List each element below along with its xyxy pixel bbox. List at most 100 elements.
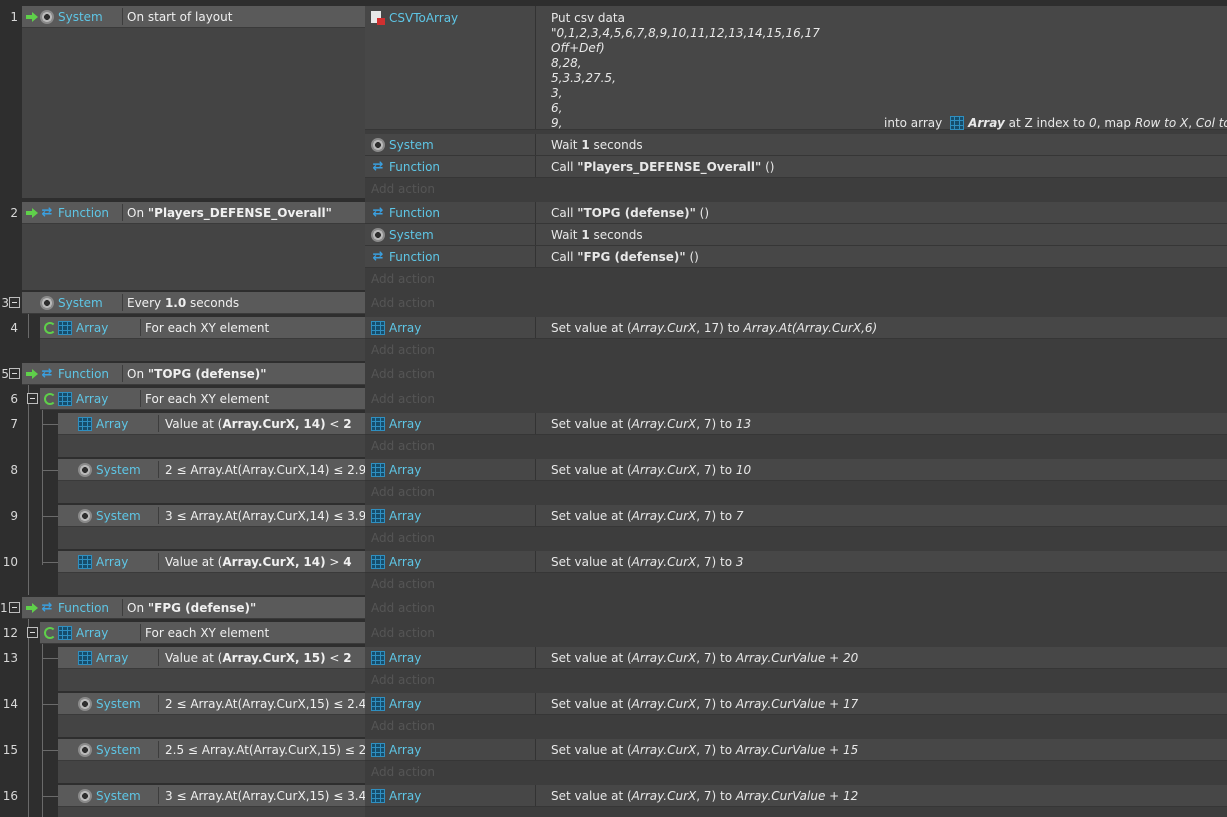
- system-gear-icon: [40, 296, 54, 310]
- event-1-block: [22, 6, 365, 198]
- into-col: Col to Y: [1195, 116, 1227, 130]
- event-9-condition[interactable]: System 3 ≤ Array.At(Array.CurX,14) ≤ 3.9: [58, 505, 366, 527]
- divider: [158, 695, 159, 712]
- action-object: System: [389, 228, 434, 242]
- event-6-condition[interactable]: Array For each XY element: [40, 388, 365, 410]
- divider: [122, 599, 123, 616]
- add-action-link[interactable]: Add action: [371, 292, 435, 314]
- system-gear-icon: [78, 743, 92, 757]
- action-object: Array: [389, 417, 422, 431]
- action-mid: , 7) to: [696, 651, 733, 665]
- trigger-arrow-icon: [26, 368, 38, 380]
- action-set-value[interactable]: Array Set value at (Array.CurX, 7) to Ar…: [365, 739, 1227, 761]
- add-action-link[interactable]: Add action: [371, 481, 435, 503]
- add-action-link[interactable]: Add action: [371, 388, 435, 410]
- array-grid-icon: [371, 417, 385, 431]
- event-number: 10: [2, 555, 18, 569]
- collapse-toggle[interactable]: [27, 627, 38, 638]
- add-action-link[interactable]: Add action: [371, 622, 435, 644]
- action-object: Array: [389, 321, 422, 335]
- divider: [122, 8, 123, 25]
- call-post: (): [765, 160, 775, 174]
- event-13-condition[interactable]: Array Value at (Array.CurX, 15) < 2: [58, 647, 365, 669]
- csv-line: "0,1,2,3,4,5,6,7,8,9,10,11,12,13,14,15,1…: [551, 26, 820, 40]
- add-action-link[interactable]: Add action: [371, 669, 435, 691]
- add-action-link[interactable]: Add action: [371, 435, 435, 457]
- csv-line: Off+Def): [551, 41, 605, 55]
- action-set-value[interactable]: Array Set value at (Array.CurX, 7) to 13: [365, 413, 1227, 435]
- condition-object: Array: [96, 417, 129, 431]
- array-grid-icon: [371, 697, 385, 711]
- event-number: 8: [10, 463, 18, 477]
- event-14-condition[interactable]: System 2 ≤ Array.At(Array.CurX,15) ≤ 2.4: [58, 693, 366, 715]
- event-11-condition[interactable]: ⇄ Function On "FPG (defense)": [22, 597, 365, 619]
- array-grid-icon: [58, 626, 72, 640]
- event-4-condition[interactable]: Array For each XY element: [40, 317, 365, 339]
- event-number: 3: [1, 296, 9, 310]
- cond-expr: Array.CurX: [222, 555, 295, 569]
- add-action-link[interactable]: Add action: [371, 573, 435, 595]
- add-action-link[interactable]: Add action: [371, 178, 435, 200]
- event-1-condition[interactable]: System On start of layout: [22, 6, 365, 28]
- action-expr: Array.CurX: [631, 789, 697, 803]
- event-number: 7: [10, 417, 18, 431]
- action-call[interactable]: ⇄ Function Call "TOPG (defense)" (): [365, 202, 1227, 224]
- action-wait[interactable]: System Wait 1 seconds: [365, 224, 1227, 246]
- divider: [535, 693, 536, 714]
- event-12-condition[interactable]: Array For each XY element: [40, 622, 365, 644]
- loop-icon: [44, 322, 56, 334]
- action-set-value[interactable]: Array Set value at (Array.CurX, 17) to A…: [365, 317, 1227, 339]
- add-action-link[interactable]: Add action: [371, 527, 435, 549]
- array-grid-icon: [58, 321, 72, 335]
- condition-object: Function: [58, 367, 110, 381]
- tree-line: [42, 516, 58, 517]
- add-action-link[interactable]: Add action: [371, 339, 435, 361]
- action-expr: Array.CurX: [631, 555, 697, 569]
- event-3-condition[interactable]: System Every 1.0 seconds: [22, 292, 365, 314]
- event-5-condition[interactable]: ⇄ Function On "TOPG (defense)": [22, 363, 365, 385]
- action-expr: Array.CurX: [631, 743, 697, 757]
- event-8-condition[interactable]: System 2 ≤ Array.At(Array.CurX,14) ≤ 2.9: [58, 459, 366, 481]
- divider: [535, 202, 536, 223]
- divider: [122, 294, 123, 311]
- condition-object: Array: [96, 651, 129, 665]
- call-post: (): [689, 250, 699, 264]
- collapse-toggle[interactable]: [9, 368, 20, 379]
- csv-icon: [371, 11, 385, 25]
- action-set-value[interactable]: Array Set value at (Array.CurX, 7) to Ar…: [365, 693, 1227, 715]
- divider: [158, 415, 159, 432]
- action-call[interactable]: ⇄ Function Call "Players_DEFENSE_Overall"…: [365, 156, 1227, 178]
- action-object: Function: [389, 206, 441, 220]
- collapse-toggle[interactable]: [27, 393, 38, 404]
- divider: [535, 134, 536, 155]
- divider: [158, 507, 159, 524]
- add-action-link[interactable]: Add action: [371, 761, 435, 783]
- action-set-value[interactable]: Array Set value at (Array.CurX, 7) to Ar…: [365, 647, 1227, 669]
- action-call[interactable]: ⇄ Function Call "FPG (defense)" (): [365, 246, 1227, 268]
- divider: [140, 319, 141, 336]
- event-7-condition[interactable]: Array Value at (Array.CurX, 14) < 2: [58, 413, 365, 435]
- event-16-condition[interactable]: System 3 ≤ Array.At(Array.CurX,15) ≤ 3.4: [58, 785, 367, 807]
- add-action-link[interactable]: Add action: [371, 363, 435, 385]
- event-2-condition[interactable]: ⇄ Function On "Players_DEFENSE_Overall": [22, 202, 365, 224]
- cond-op: >: [329, 555, 340, 569]
- add-action-link[interactable]: Add action: [371, 597, 435, 619]
- action-wait[interactable]: System Wait 1 seconds: [365, 134, 1227, 156]
- action-set-value[interactable]: Array Set value at (Array.CurX, 7) to 10: [365, 459, 1227, 481]
- action-set-value[interactable]: Array Set value at (Array.CurX, 7) to Ar…: [365, 785, 1227, 807]
- add-action-link[interactable]: Add action: [371, 268, 435, 290]
- action-object: Array: [389, 697, 422, 711]
- action-set-value[interactable]: Array Set value at (Array.CurX, 7) to 7: [365, 505, 1227, 527]
- wait-post: seconds: [593, 228, 643, 242]
- condition-name: "FPG (defense)": [147, 601, 257, 615]
- cond-index: 15): [303, 651, 326, 665]
- condition-text: 3 ≤ Array.At(Array.CurX,15) ≤ 3.4: [165, 789, 367, 803]
- event-15-condition[interactable]: System 2.5 ≤ Array.At(Array.CurX,15) ≤ 2…: [58, 739, 378, 761]
- action-set-value[interactable]: Array Set value at (Array.CurX, 7) to 3: [365, 551, 1227, 573]
- event-10-condition[interactable]: Array Value at (Array.CurX, 14) > 4: [58, 551, 365, 573]
- cond-expr: Array.CurX: [222, 417, 295, 431]
- collapse-toggle[interactable]: [9, 297, 20, 308]
- collapse-toggle[interactable]: [9, 602, 20, 613]
- divider: [535, 224, 536, 245]
- add-action-link[interactable]: Add action: [371, 715, 435, 737]
